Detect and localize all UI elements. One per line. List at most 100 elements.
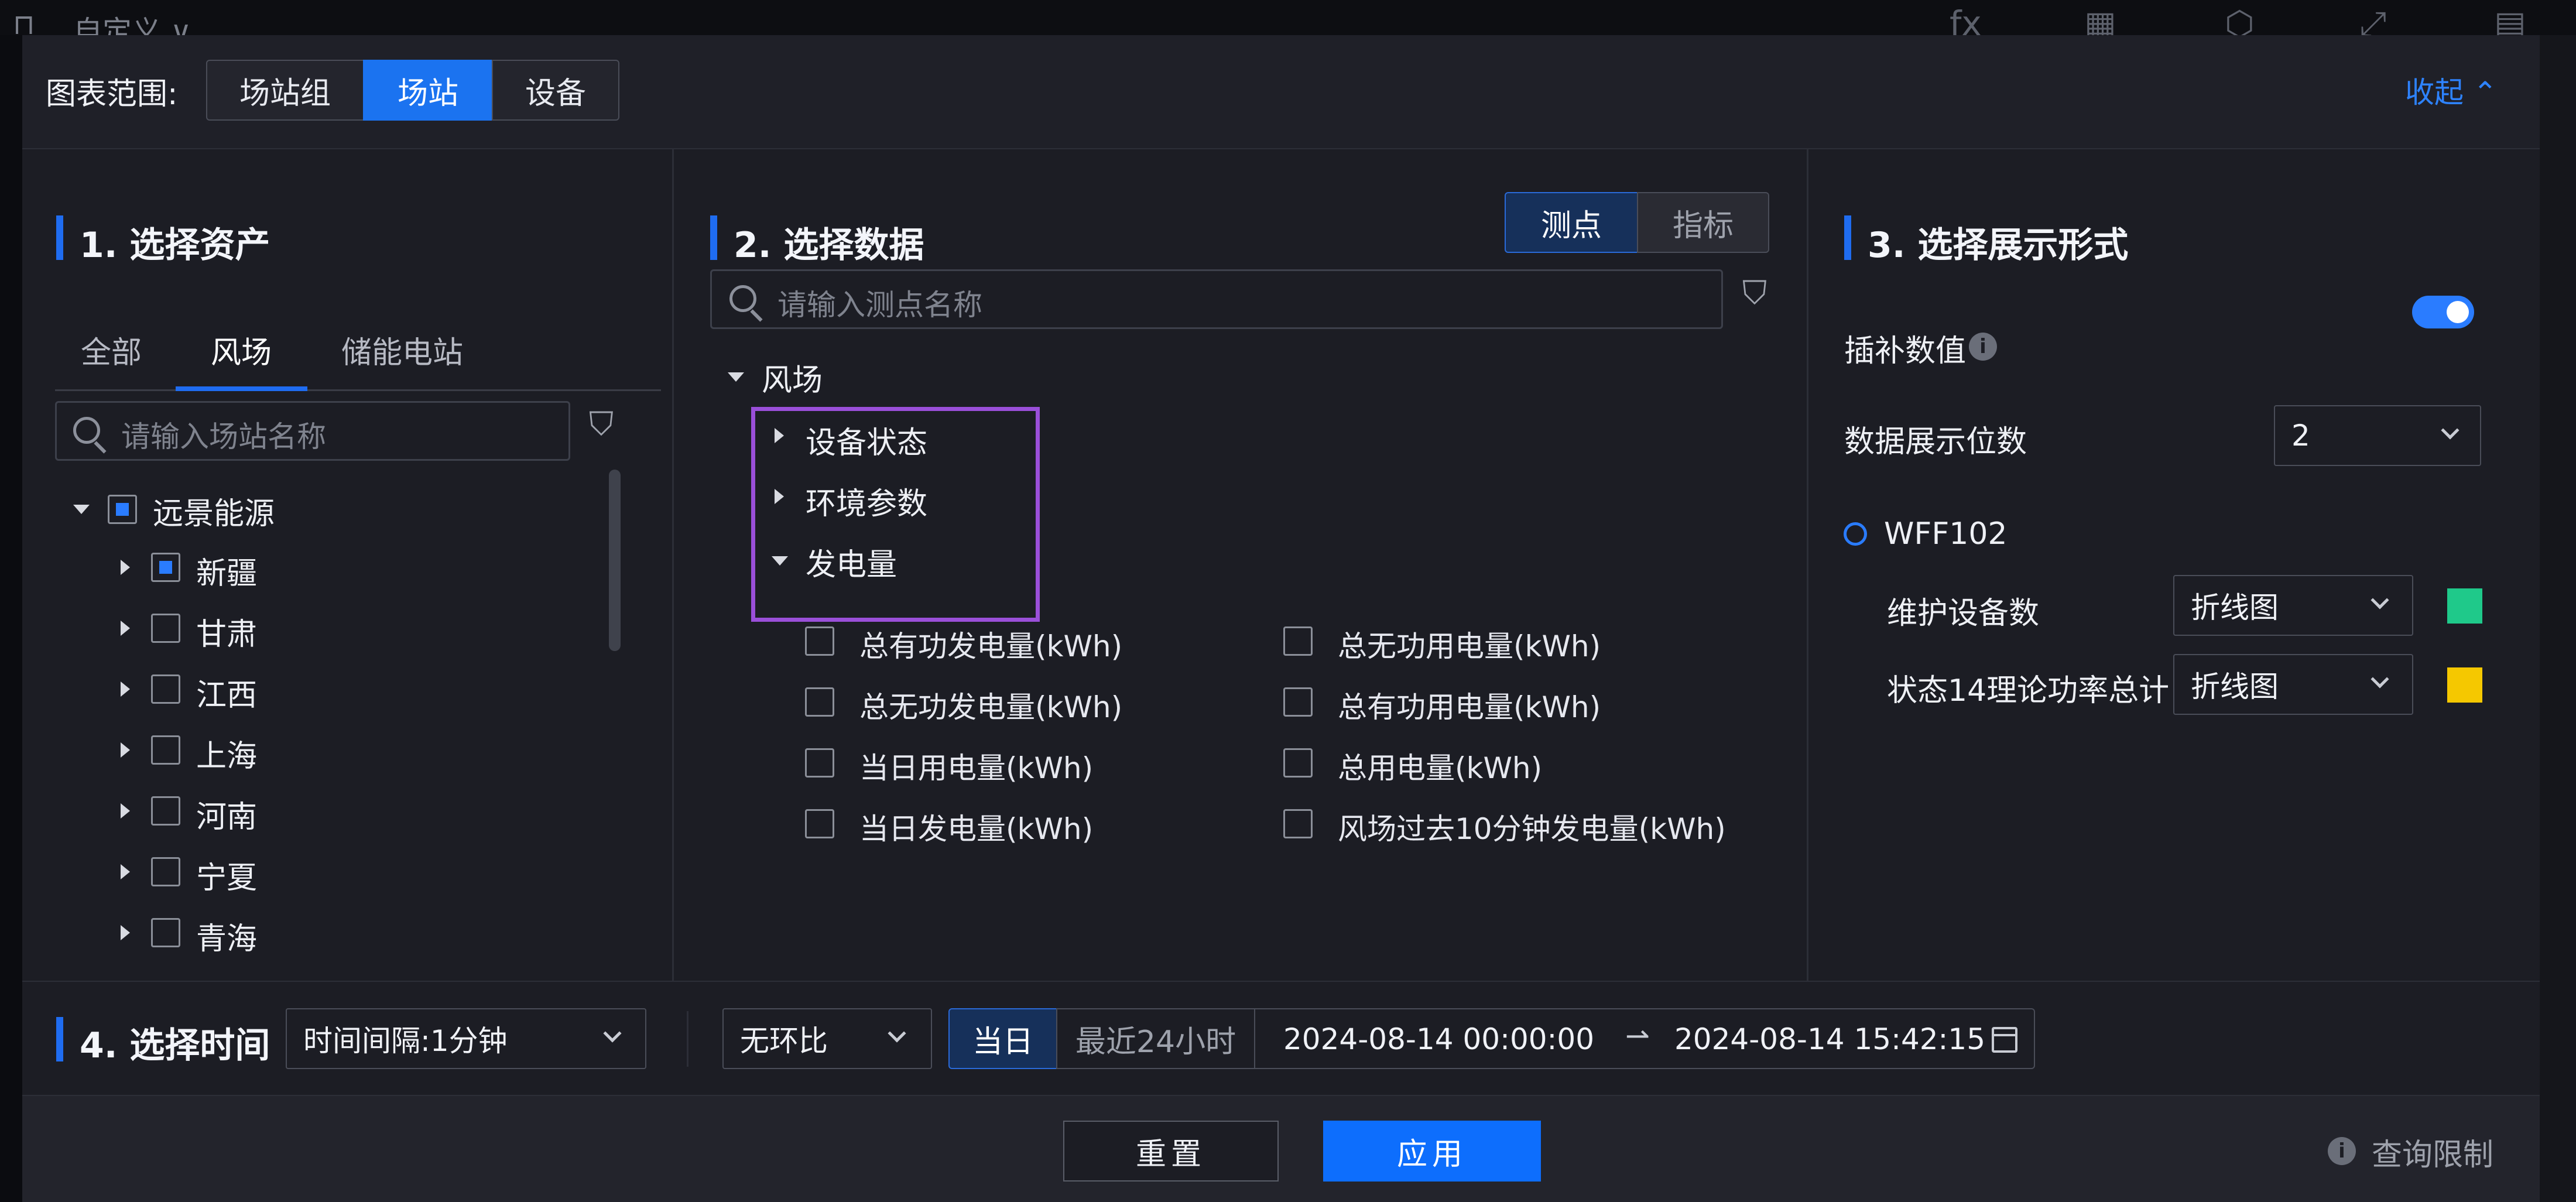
- checkbox-jiangxi[interactable]: [151, 674, 180, 704]
- section-marker: [1844, 215, 1851, 260]
- date-range-picker[interactable]: 2024-08-14 00:00:00 ⇀ 2024-08-14 15:42:1…: [1254, 1008, 2035, 1069]
- interval-select[interactable]: 时间间隔:1分钟: [286, 1008, 646, 1069]
- tree-node-shanghai[interactable]: 上海: [196, 731, 257, 775]
- tree-node-xinjiang[interactable]: 新疆: [196, 549, 257, 593]
- digits-label: 数据展示位数: [1844, 424, 2027, 460]
- checkbox-leaf[interactable]: [1283, 809, 1313, 838]
- caret-right-icon[interactable]: [121, 560, 130, 575]
- section2-title: 2. 选择数据: [734, 225, 924, 266]
- background-topbar: [0, 0, 2576, 35]
- checkbox-leaf[interactable]: [805, 626, 834, 656]
- leaf-last-10min-gen[interactable]: 风场过去10分钟发电量(kWh): [1338, 806, 1726, 848]
- caret-right-icon[interactable]: [775, 489, 784, 504]
- toggle-points[interactable]: 测点: [1505, 192, 1638, 253]
- range-start[interactable]: 2024-08-14 00:00:00: [1283, 1022, 1594, 1056]
- checkbox-leaf[interactable]: [1283, 748, 1313, 778]
- query-limit-link[interactable]: 查询限制: [2372, 1130, 2493, 1174]
- checkbox-leaf[interactable]: [805, 748, 834, 778]
- chevron-down-icon: [603, 1024, 622, 1043]
- section1-title: 1. 选择资产: [80, 225, 270, 266]
- caret-right-icon[interactable]: [121, 803, 130, 819]
- tree-node-henan[interactable]: 河南: [196, 792, 257, 836]
- scope-label: 图表范围:: [46, 77, 178, 112]
- tree-node-ningxia[interactable]: 宁夏: [196, 853, 257, 897]
- reset-button[interactable]: 重置: [1063, 1121, 1279, 1182]
- checkbox-leaf[interactable]: [1283, 626, 1313, 656]
- metric-chart-type-select[interactable]: 折线图: [2173, 575, 2413, 636]
- caret-down-icon[interactable]: [73, 505, 90, 514]
- leaf-daily-consumption[interactable]: 当日用电量(kWh): [859, 745, 1093, 787]
- chevron-down-icon: [888, 1024, 906, 1043]
- tree-node-root[interactable]: 远景能源: [153, 489, 275, 533]
- range-arrow-icon: ⇀: [1625, 1019, 1650, 1053]
- checkbox-leaf[interactable]: [805, 687, 834, 717]
- range-today[interactable]: 当日: [948, 1008, 1057, 1069]
- checkbox-leaf[interactable]: [805, 809, 834, 838]
- caret-down-icon[interactable]: [728, 372, 744, 382]
- scope-option-device[interactable]: 设备: [492, 60, 619, 121]
- leaf-total-reactive-use[interactable]: 总无功用电量(kWh): [1338, 623, 1601, 665]
- checkbox-henan[interactable]: [151, 796, 180, 826]
- leaf-total-use[interactable]: 总用电量(kWh): [1338, 745, 1542, 787]
- caret-right-icon[interactable]: [121, 742, 130, 758]
- caret-right-icon[interactable]: [121, 621, 130, 636]
- apply-button[interactable]: 应用: [1323, 1121, 1541, 1182]
- leaf-daily-generation[interactable]: 当日发电量(kWh): [859, 806, 1093, 848]
- caret-right-icon[interactable]: [121, 864, 130, 879]
- checkbox-ningxia[interactable]: [151, 857, 180, 886]
- interp-toggle-switch[interactable]: [2412, 296, 2474, 328]
- checkbox-shanghai[interactable]: [151, 735, 180, 765]
- section3-title: 3. 选择展示形式: [1868, 225, 2129, 266]
- metric-color-swatch[interactable]: [2447, 588, 2482, 624]
- info-icon[interactable]: i: [1969, 333, 1997, 361]
- caret-right-icon[interactable]: [121, 925, 130, 940]
- metric-chart-type-value: 折线图: [2191, 670, 2279, 704]
- scope-option-station[interactable]: 场站: [363, 60, 493, 121]
- section-marker: [710, 215, 717, 260]
- search-icon: [729, 285, 756, 312]
- metric-label-theory-power: 状态14理论功率总计: [1887, 673, 2170, 708]
- caret-down-icon[interactable]: [772, 556, 788, 566]
- compare-select[interactable]: 无环比: [722, 1008, 932, 1069]
- toggle-indicators[interactable]: 指标: [1637, 192, 1769, 253]
- clear-basket-icon[interactable]: ⛉: [1742, 274, 1767, 313]
- scope-option-station-group[interactable]: 场站组: [206, 60, 364, 121]
- tree-node-qinghai[interactable]: 青海: [196, 914, 257, 958]
- range-last-24h[interactable]: 最近24小时: [1056, 1008, 1255, 1069]
- checkbox-qinghai[interactable]: [151, 918, 180, 947]
- divider: [687, 1011, 688, 1067]
- digits-select[interactable]: 2: [2274, 405, 2481, 466]
- tree-node-wind-farm[interactable]: 风场: [762, 355, 823, 399]
- tree-node-gansu[interactable]: 甘肃: [196, 609, 257, 653]
- chart-config-modal: 图表范围: 场站组 场站 设备 收起 ⌃ 1. 选择资产 全部 风场 储能电站 …: [22, 35, 2540, 1202]
- metric-color-swatch[interactable]: [2447, 667, 2482, 703]
- clear-basket-icon[interactable]: ⛉: [589, 405, 614, 444]
- leaf-total-reactive-gen[interactable]: 总无功发电量(kWh): [859, 684, 1122, 726]
- checkbox-leaf[interactable]: [1283, 687, 1313, 717]
- point-search-input[interactable]: 请输入测点名称: [710, 269, 1723, 329]
- leaf-total-active-use[interactable]: 总有功用电量(kWh): [1338, 684, 1601, 726]
- compare-value: 无环比: [740, 1024, 828, 1058]
- modal-header: 图表范围: 场站组 场站 设备 收起 ⌃: [22, 35, 2540, 149]
- search-icon: [73, 417, 100, 444]
- tree-scrollbar[interactable]: [609, 470, 621, 651]
- range-end[interactable]: 2024-08-14 15:42:15: [1674, 1022, 1985, 1056]
- tab-all[interactable]: 全部: [81, 328, 142, 372]
- calendar-icon[interactable]: [1992, 1027, 2017, 1053]
- checkbox-gansu[interactable]: [151, 614, 180, 643]
- caret-right-icon[interactable]: [775, 428, 784, 443]
- tree-node-jiangxi[interactable]: 江西: [196, 670, 257, 714]
- leaf-total-active-gen[interactable]: 总有功发电量(kWh): [859, 623, 1122, 665]
- caret-right-icon[interactable]: [121, 682, 130, 697]
- tab-wind-farm[interactable]: 风场: [211, 328, 272, 372]
- active-tab-indicator: [176, 386, 307, 391]
- tree-group-generation[interactable]: 发电量: [806, 540, 897, 584]
- metric-chart-type-select[interactable]: 折线图: [2173, 654, 2413, 715]
- collapse-button[interactable]: 收起 ⌃: [2405, 69, 2498, 111]
- tree-group-env-params[interactable]: 环境参数: [806, 479, 927, 523]
- checkbox-xinjiang[interactable]: [151, 553, 180, 582]
- station-search-input[interactable]: 请输入场站名称: [55, 401, 570, 461]
- tree-group-device-status[interactable]: 设备状态: [806, 418, 927, 462]
- checkbox-root[interactable]: [108, 495, 137, 524]
- tab-storage-station[interactable]: 储能电站: [341, 328, 463, 372]
